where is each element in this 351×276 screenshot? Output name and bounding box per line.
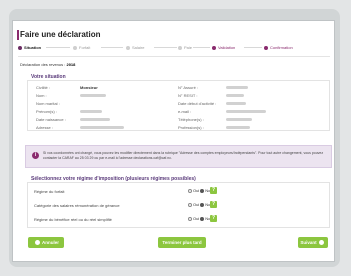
step-connector: [193, 47, 210, 48]
back-arrow-icon: [34, 240, 40, 246]
radio-oui-label: Oui: [193, 202, 200, 207]
step-dot-icon: [126, 45, 130, 50]
next-button-label: Suivant: [300, 240, 317, 245]
regime-row: Régime du bénéfice réel ou du réel simpl…: [34, 215, 324, 223]
field-label: Date début d'activité :: [178, 101, 217, 106]
field-label: Adresse :: [36, 125, 53, 130]
field-label: Civilité :: [36, 85, 51, 90]
regime-label: Régime du bénéfice réel ou du réel simpl…: [34, 217, 112, 222]
step-paie[interactable]: Paie: [178, 45, 192, 50]
divider: [18, 56, 330, 57]
save-later-button[interactable]: Terminer plus tard: [158, 237, 206, 248]
redacted-value: [226, 94, 244, 97]
step-situation[interactable]: Situation: [18, 45, 41, 50]
radio-non[interactable]: [200, 216, 205, 221]
step-validation[interactable]: Validation: [212, 45, 235, 50]
stepper: Situation Forfait Salaire Paie Validatio…: [18, 45, 330, 53]
declaration-year-value: 2018: [66, 62, 76, 67]
radio-oui[interactable]: [188, 188, 192, 193]
regime-radio-group: Oui Non: [187, 216, 213, 221]
help-icon[interactable]: ?: [210, 201, 217, 208]
step-dot-icon: [178, 45, 182, 50]
info-text: Si vos coordonnées ont changé, vous pouv…: [43, 151, 324, 160]
field-label: Prénom(s) :: [36, 109, 57, 114]
step-confirmation[interactable]: Confirmation: [264, 45, 293, 50]
step-dot-icon: [264, 45, 268, 50]
step-dot-icon: [18, 45, 22, 50]
cancel-button[interactable]: Annuler: [28, 237, 64, 248]
cancel-button-label: Annuler: [41, 240, 59, 245]
step-label: Validation: [218, 45, 236, 50]
step-connector: [101, 47, 123, 48]
radio-oui-label: Oui: [193, 216, 200, 221]
step-forfait[interactable]: Forfait: [73, 45, 90, 50]
field-label: N° Assuré :: [178, 85, 199, 90]
declaration-year-label: Déclaration des revenus :: [20, 62, 66, 67]
field-value: Monsieur: [80, 85, 98, 90]
radio-non[interactable]: [200, 188, 205, 193]
info-icon: i: [32, 152, 39, 159]
declaration-year: Déclaration des revenus : 2018: [20, 62, 75, 67]
field-label: Téléphone(s) :: [178, 117, 204, 122]
redacted-value: [226, 102, 246, 105]
step-dot-icon: [212, 45, 216, 50]
field-label: Date naissance :: [36, 117, 66, 122]
field-label: N° RESIT :: [178, 93, 198, 98]
regime-label: Régime du forfait: [34, 189, 65, 194]
regime-row: Catégorie des salaires rémunération de g…: [34, 201, 324, 209]
radio-non[interactable]: [200, 202, 205, 207]
step-dot-icon: [73, 45, 77, 50]
step-label: Forfait: [79, 45, 91, 50]
step-label: Salaire: [132, 45, 145, 50]
regime-label: Catégorie des salaires rémunération de g…: [34, 203, 120, 208]
redacted-value: [80, 118, 110, 121]
save-later-button-label: Terminer plus tard: [162, 240, 202, 245]
step-connector: [244, 47, 262, 48]
redacted-value: [226, 118, 252, 121]
help-icon[interactable]: ?: [210, 215, 217, 222]
field-label: Profession(s) :: [178, 125, 204, 130]
field-label: Nom marital :: [36, 101, 60, 106]
redacted-value: [226, 126, 250, 129]
situation-box: Civilité : Monsieur Nom : Nom marital : …: [27, 80, 330, 131]
step-label: Situation: [24, 45, 42, 50]
redacted-value: [226, 110, 266, 113]
regime-row: Régime du forfait Oui Non ?: [34, 187, 324, 195]
field-label: Nom :: [36, 93, 47, 98]
info-notice: i Si vos coordonnées ont changé, vous po…: [25, 145, 332, 168]
forward-arrow-icon: [318, 240, 324, 246]
help-icon[interactable]: ?: [210, 187, 217, 194]
redacted-value: [80, 126, 124, 129]
radio-oui[interactable]: [188, 216, 192, 221]
field-label: e-mail :: [178, 109, 192, 114]
radio-oui-label: Oui: [193, 188, 200, 193]
title-accent-bar: [17, 30, 19, 40]
redacted-value: [80, 110, 102, 113]
step-connector: [46, 47, 70, 48]
regime-box: Régime du forfait Oui Non ? Catégorie de…: [27, 182, 330, 228]
regime-radio-group: Oui Non: [187, 202, 213, 207]
step-label: Paie: [184, 45, 193, 50]
next-button[interactable]: Suivant: [298, 237, 328, 248]
step-salaire[interactable]: Salaire: [126, 45, 144, 50]
radio-oui[interactable]: [188, 202, 192, 207]
page-title: Faire une déclaration: [20, 30, 101, 39]
regime-radio-group: Oui Non: [187, 188, 213, 193]
redacted-value: [226, 86, 248, 89]
step-connector: [154, 47, 177, 48]
step-label: Confirmation: [270, 45, 293, 50]
redacted-value: [80, 94, 106, 97]
